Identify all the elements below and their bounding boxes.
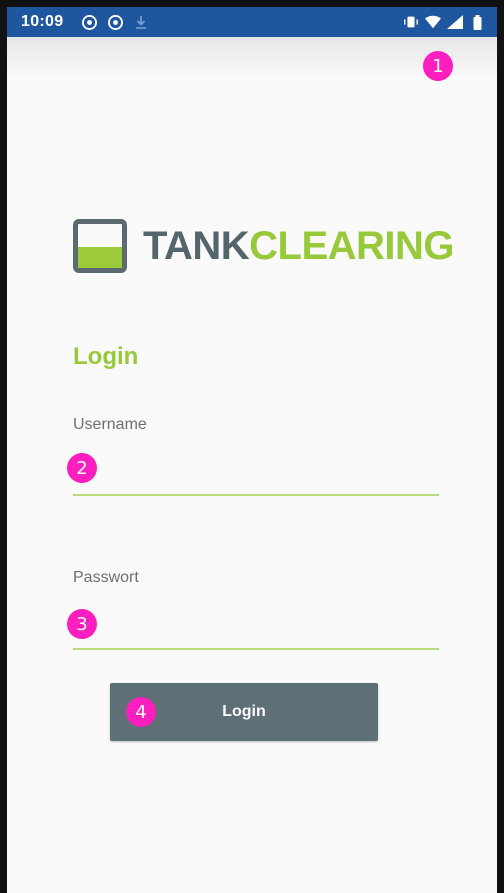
battery-icon [469,14,485,30]
vibrate-icon [403,14,419,30]
status-notification-icons [81,14,149,30]
logo-text: TANKCLEARING [143,223,455,269]
annotation-badge-4: 4 [126,697,156,727]
username-field[interactable] [73,456,439,496]
chrome-icon [81,14,97,30]
annotation-badge-2: 2 [67,453,97,483]
app-bar [7,37,497,79]
app-logo: TANKCLEARING [73,219,455,273]
annotation-badge-3: 3 [67,609,97,639]
annotation-badge-1: 1 [423,51,453,81]
signal-icon [447,14,463,30]
phone-screen: 10:09 1 TANKCLEARING Login Username 2 Pa… [0,0,504,893]
status-time: 10:09 [21,13,64,30]
wifi-icon [425,14,441,30]
username-label: Username [73,416,147,433]
download-icon [133,14,149,30]
password-field[interactable] [73,610,439,650]
logo-text-tank: TANK [143,223,250,268]
password-label: Passwort [73,569,139,586]
status-system-icons [403,14,485,30]
chrome-icon [107,14,123,30]
page-title: Login [73,343,139,370]
tank-logo-icon [73,219,127,273]
logo-text-clearing: CLEARING [249,223,455,268]
status-bar: 10:09 [7,7,497,37]
